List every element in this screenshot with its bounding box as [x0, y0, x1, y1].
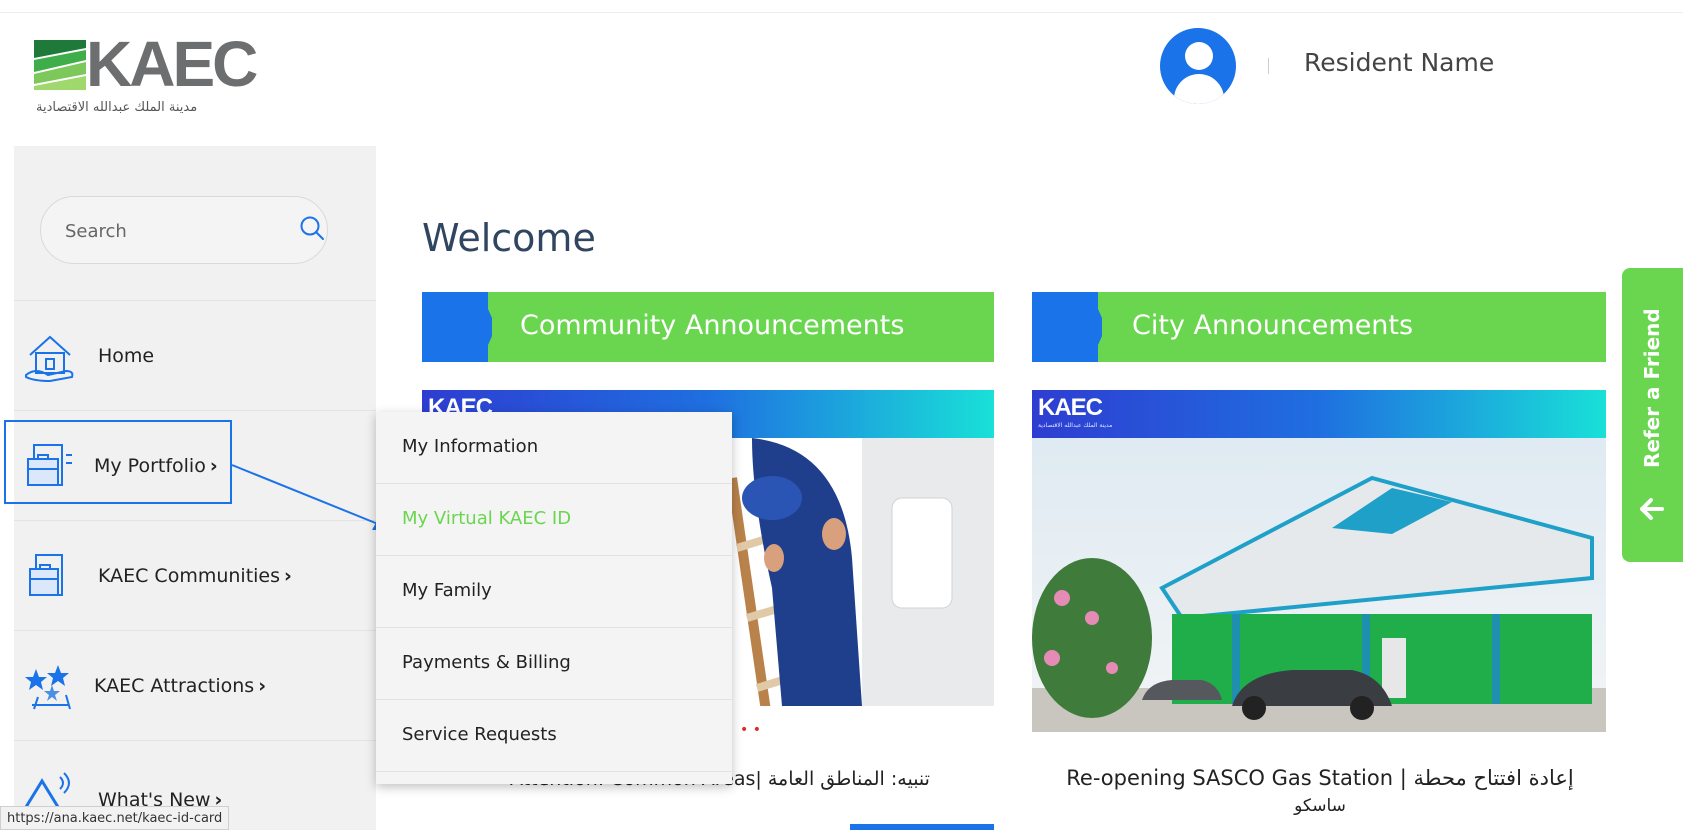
top-divider: [0, 12, 1683, 13]
banner-logo: KAEC: [1038, 394, 1103, 421]
header-divider: [1268, 58, 1269, 74]
refer-a-friend-tab[interactable]: Refer a Friend: [1622, 268, 1683, 562]
menu-item-service-requests[interactable]: Service Requests: [376, 700, 732, 772]
menu-item-my-virtual-kaec-id[interactable]: My Virtual KAEC ID: [376, 484, 732, 556]
sidebar-item-kaec-attractions[interactable]: KAEC Attractions ›: [14, 630, 376, 740]
city-announcement-caption[interactable]: Re-opening SASCO Gas Station | إعادة افت…: [1040, 766, 1600, 790]
chevron-right-icon: ›: [284, 565, 292, 587]
search-input[interactable]: [65, 217, 265, 245]
attractions-icon: [25, 665, 71, 710]
sidebar-item-label: KAEC Attractions ›: [94, 675, 267, 697]
menu-item-payments-billing[interactable]: Payments & Billing: [376, 628, 732, 700]
chevron-right-icon: ›: [258, 675, 267, 697]
svg-text:• •: • •: [740, 722, 761, 738]
gas-station-photo: [1032, 438, 1606, 742]
arrow-left-icon: [1640, 498, 1664, 520]
sidebar-item-home[interactable]: Home: [14, 300, 376, 410]
resident-name[interactable]: Resident Name: [1304, 48, 1494, 77]
page: KAEC مدينة الملك عبدالله الاقتصادية Resi…: [0, 0, 1683, 830]
refer-a-friend-label: Refer a Friend: [1640, 308, 1664, 468]
sidebar-item-kaec-communities[interactable]: KAEC Communities ›: [14, 520, 376, 630]
status-bar-url: https://ana.kaec.net/kaec-id-card: [0, 806, 230, 830]
highlight-box: [4, 420, 232, 504]
menu-item-my-information[interactable]: My Information: [376, 412, 732, 484]
header-tag-icon: [1032, 292, 1102, 362]
home-icon: [25, 335, 74, 383]
logo-arabic-text: مدينة الملك عبدالله الاقتصادية: [36, 100, 198, 115]
user-avatar-icon[interactable]: [1160, 28, 1236, 104]
sidebar-item-label: KAEC Communities ›: [98, 565, 292, 587]
city-announcements-title: City Announcements: [1132, 310, 1414, 341]
image-banner: KAEC مدينة الملك عبدالله الاقتصادية: [1032, 390, 1606, 438]
communities-icon: [29, 554, 63, 596]
kaec-logo[interactable]: KAEC مدينة الملك عبدالله الاقتصادية: [34, 32, 258, 118]
search-box[interactable]: [40, 196, 328, 264]
kaec-logo-mark: [34, 40, 86, 90]
city-announcements-header[interactable]: City Announcements: [1032, 292, 1606, 362]
logo-wordmark: KAEC: [86, 28, 258, 100]
community-announcements-title: Community Announcements: [520, 310, 905, 341]
city-announcement-image[interactable]: KAEC مدينة الملك عبدالله الاقتصادية: [1032, 390, 1606, 742]
search-icon[interactable]: [299, 215, 325, 241]
portfolio-dropdown-menu: My Information My Virtual KAEC ID My Fam…: [376, 412, 732, 784]
page-title: Welcome: [422, 216, 596, 260]
community-announcements-header[interactable]: Community Announcements: [422, 292, 994, 362]
read-more-tab[interactable]: [850, 824, 994, 830]
header-tag-icon: [422, 292, 492, 362]
banner-subtitle: مدينة الملك عبدالله الاقتصادية: [1038, 422, 1113, 429]
city-announcement-caption-line2[interactable]: ساسكو: [1040, 796, 1600, 816]
menu-item-my-family[interactable]: My Family: [376, 556, 732, 628]
sidebar-item-label: Home: [98, 345, 155, 367]
